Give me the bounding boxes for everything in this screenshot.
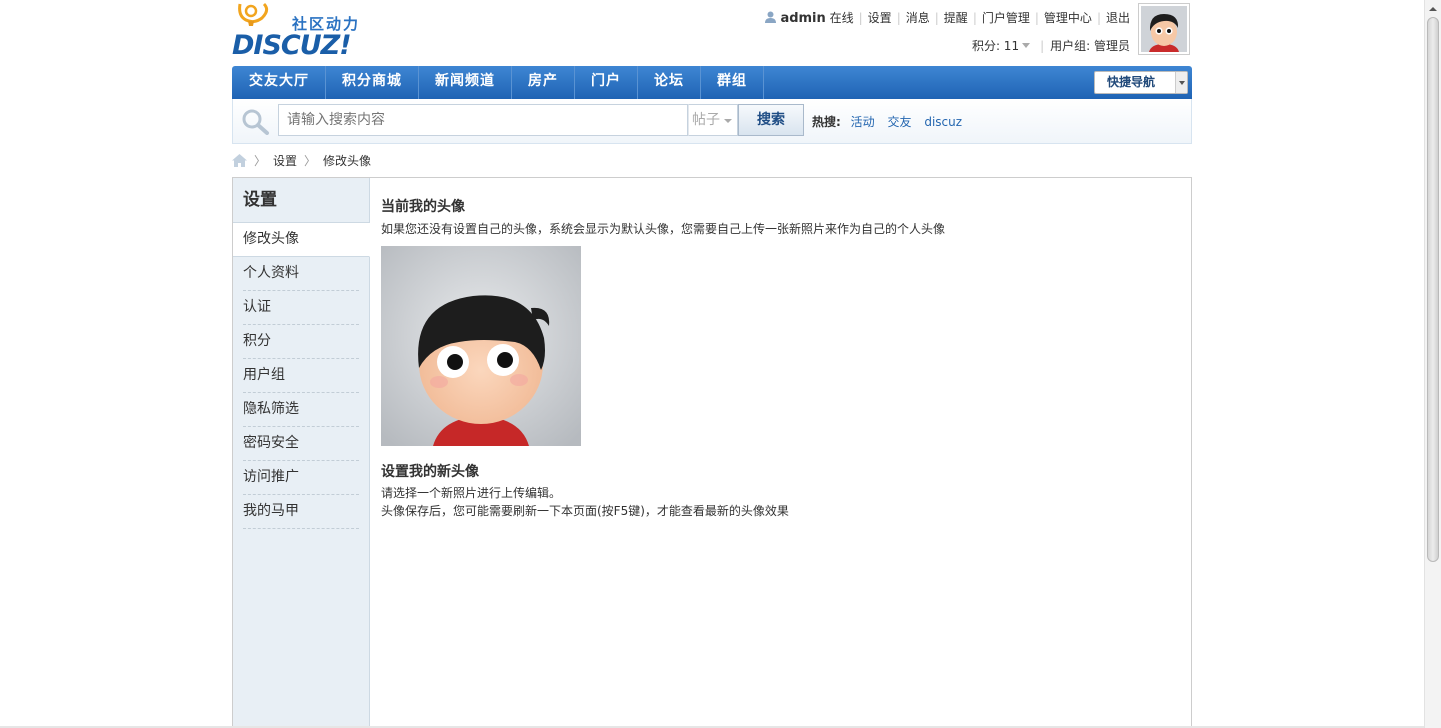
home-icon[interactable]: [232, 153, 247, 167]
current-avatar-desc: 如果您还没有设置自己的头像，系统会显示为默认头像，您需要自己上传一张新照片来作为…: [381, 222, 946, 236]
nav-item-friends[interactable]: 交友大厅: [232, 66, 326, 99]
user-icon: [765, 11, 777, 23]
logout-link[interactable]: 退出: [1106, 11, 1130, 25]
breadcrumb: 〉 设置 〉 修改头像: [232, 152, 371, 168]
hot-search-link[interactable]: discuz: [924, 115, 962, 129]
hot-label: 热搜:: [812, 115, 841, 129]
current-avatar-image: [381, 246, 581, 446]
sidebar-item-privacy[interactable]: 隐私筛选: [243, 393, 359, 427]
search-bar: 帖子 搜索 热搜: 活动 交友 discuz: [232, 99, 1192, 144]
sidebar-item-usergroup[interactable]: 用户组: [243, 359, 359, 393]
avatar-content: 当前我的头像 如果您还没有设置自己的头像，系统会显示为默认头像，您需要自己上传一…: [381, 196, 1181, 520]
page: 社区动力 DISCUZ! admin 在线 | 设置 | 消息 | 提醒 | 门户管理 | 管理中心…: [232, 0, 1192, 728]
chevron-down-icon: [1022, 43, 1031, 48]
hot-searches: 热搜: 活动 交友 discuz: [812, 113, 971, 130]
sidebar-item-avatar[interactable]: 修改头像: [233, 223, 370, 257]
nav-item-house[interactable]: 房产: [512, 66, 575, 99]
settings-link[interactable]: 设置: [868, 11, 892, 25]
portal-admin-link[interactable]: 门户管理: [982, 11, 1030, 25]
avatar-image: [1141, 6, 1187, 52]
nav-item-forum[interactable]: 论坛: [638, 66, 701, 99]
settings-sidebar: 设置 修改头像 个人资料 认证 积分 用户组 隐私筛选 密码安全 访问推广 我的…: [233, 178, 370, 728]
credit-bar: 积分: 11 | 用户组: 管理员: [971, 39, 1130, 53]
new-avatar-desc: 请选择一个新照片进行上传编辑。: [381, 486, 562, 500]
user-bar: admin 在线 | 设置 | 消息 | 提醒 | 门户管理 | 管理中心 | 退出: [765, 9, 1130, 26]
hot-search-link[interactable]: 活动: [851, 115, 875, 129]
nav-item-portal[interactable]: 门户: [575, 66, 638, 99]
avatar[interactable]: [1138, 3, 1190, 55]
breadcrumb-settings[interactable]: 设置: [273, 152, 297, 169]
search-icon: [242, 109, 269, 135]
hot-search-link[interactable]: 交友: [887, 115, 911, 129]
online-status: 在线: [829, 11, 854, 25]
logo-wordmark: DISCUZ!: [232, 30, 352, 61]
sidebar-item-credits[interactable]: 积分: [243, 325, 359, 359]
sidebar-item-verify[interactable]: 认证: [243, 291, 359, 325]
chevron-right-icon: 〉: [304, 153, 317, 168]
quick-nav-button[interactable]: 快捷导航: [1094, 71, 1188, 94]
search-input[interactable]: [278, 104, 688, 136]
credits-dropdown[interactable]: 积分: 11: [972, 39, 1031, 53]
search-type-select[interactable]: 帖子: [688, 104, 738, 136]
scroll-thumb[interactable]: [1427, 17, 1439, 562]
chevron-right-icon: 〉: [254, 153, 267, 168]
settings-panel: 设置 修改头像 个人资料 认证 积分 用户组 隐私筛选 密码安全 访问推广 我的…: [232, 177, 1192, 728]
chevron-down-icon: [1175, 72, 1187, 93]
sidebar-item-password[interactable]: 密码安全: [243, 427, 359, 461]
nav-item-groups[interactable]: 群组: [701, 66, 764, 99]
sidebar-title: 设置: [233, 178, 369, 223]
username-link[interactable]: admin: [780, 11, 825, 26]
lightbulb-logo-icon: [238, 2, 269, 26]
main-nav: 交友大厅 积分商城 新闻频道 房产 门户 论坛 群组 快捷导航: [232, 66, 1192, 99]
nav-item-credit-mall[interactable]: 积分商城: [326, 66, 419, 99]
new-avatar-title: 设置我的新头像: [381, 464, 479, 480]
page-scrollbar[interactable]: [1424, 0, 1441, 728]
sidebar-item-vest[interactable]: 我的马甲: [243, 495, 359, 529]
admin-center-link[interactable]: 管理中心: [1044, 11, 1092, 25]
new-avatar-note: 头像保存后，您可能需要刷新一下本页面(按F5键)，才能查看最新的头像效果: [381, 504, 789, 518]
sidebar-item-profile[interactable]: 个人资料: [243, 257, 359, 291]
discuz-logo[interactable]: 社区动力 DISCUZ!: [232, 0, 372, 61]
current-avatar-title: 当前我的头像: [381, 199, 465, 215]
scroll-up-arrow-icon[interactable]: [1425, 0, 1441, 17]
messages-link[interactable]: 消息: [906, 11, 930, 25]
notices-link[interactable]: 提醒: [944, 11, 968, 25]
breadcrumb-current: 修改头像: [323, 153, 372, 168]
search-button[interactable]: 搜索: [738, 104, 804, 136]
sidebar-item-promotion[interactable]: 访问推广: [243, 461, 359, 495]
usergroup-label[interactable]: 用户组: 管理员: [1050, 39, 1130, 53]
nav-item-news[interactable]: 新闻频道: [419, 66, 512, 99]
header: 社区动力 DISCUZ! admin 在线 | 设置 | 消息 | 提醒 | 门户管理 | 管理中心…: [232, 0, 1192, 66]
